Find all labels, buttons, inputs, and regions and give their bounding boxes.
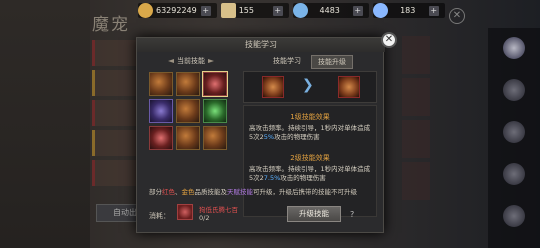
current-skills-label: 当前技能 bbox=[165, 56, 217, 66]
add-crystal-button[interactable]: + bbox=[352, 5, 363, 16]
skill-slot[interactable] bbox=[149, 126, 173, 150]
skill-slot[interactable] bbox=[149, 72, 173, 96]
coin-icon bbox=[138, 3, 153, 18]
right-detail-panel bbox=[402, 36, 430, 204]
sword-icon bbox=[503, 121, 525, 143]
gem-icon bbox=[372, 3, 388, 18]
upgrade-note: 部分红色、金色品质技能及天赋技能可升级，升级后携带的技能不可升级 bbox=[149, 188, 357, 196]
skill-slot[interactable] bbox=[203, 99, 227, 123]
sidebar-item-3[interactable] bbox=[488, 112, 540, 154]
cost-item-count: 0/2 bbox=[199, 214, 210, 222]
skill-slot[interactable] bbox=[203, 126, 227, 150]
resource-crystal: 4483 + bbox=[292, 3, 369, 18]
resource-gem: 183 + bbox=[372, 3, 445, 18]
tab-skill-upgrade[interactable]: 技能升级 bbox=[311, 55, 353, 69]
cost-item-name: 狗低氏腾七百 bbox=[199, 206, 238, 214]
upgrade-skill-button[interactable]: 升级技能 bbox=[287, 206, 341, 222]
skill-learning-dialog: 技能学习 ✕ 当前技能 技能学习 技能升级 ❯ 1级技能效果 高攻击频率。持续引… bbox=[136, 32, 397, 233]
tab-skill-learn[interactable]: 技能学习 bbox=[267, 55, 307, 69]
add-scroll-button[interactable]: + bbox=[272, 5, 283, 16]
skill-slot[interactable] bbox=[176, 99, 200, 123]
skill-effects-panel: 1级技能效果 高攻击频率。持续引导，1秒内对单体造成5次25%攻击的物理伤害 2… bbox=[243, 105, 377, 217]
sidebar-item-2[interactable] bbox=[488, 70, 540, 112]
add-coin-button[interactable]: + bbox=[200, 5, 211, 16]
add-gem-button[interactable]: + bbox=[428, 5, 439, 16]
dialog-close-button[interactable]: ✕ bbox=[381, 32, 397, 48]
level1-effect-title: 1级技能效果 bbox=[290, 113, 330, 121]
level1-effect-text: 高攻击频率。持续引导，1秒内对单体造成5次25%攻击的物理伤害 bbox=[249, 124, 371, 141]
resource-bar: 63292249 + 155 + 4483 + 183 + bbox=[138, 3, 445, 18]
next-skill-icon bbox=[338, 76, 360, 98]
page-title: 魔宠 bbox=[92, 15, 130, 35]
chevron-right-icon: ❯ bbox=[302, 77, 314, 93]
resource-coin: 63292249 + bbox=[138, 3, 217, 18]
dialog-title: 技能学习 bbox=[137, 38, 385, 52]
sidebar-item-5[interactable] bbox=[488, 196, 540, 238]
wolf-icon bbox=[503, 37, 525, 59]
skill-slot[interactable] bbox=[176, 72, 200, 96]
skill-slot-selected[interactable] bbox=[202, 71, 228, 97]
level2-effect-text: 高攻击频率。持续引导，1秒内对单体造成5次27.5%攻击的物理伤害 bbox=[249, 165, 371, 182]
current-skill-icon bbox=[262, 76, 284, 98]
skill-slot[interactable] bbox=[176, 126, 200, 150]
dialog-tabs: 技能学习 技能升级 bbox=[267, 55, 353, 69]
armor-icon bbox=[503, 79, 525, 101]
cost-label: 消耗： bbox=[149, 212, 170, 220]
orb-icon bbox=[503, 205, 525, 227]
resource-scroll: 155 + bbox=[220, 3, 289, 18]
page-close-button[interactable]: ✕ bbox=[449, 8, 465, 24]
swirl-icon bbox=[503, 163, 525, 185]
help-icon[interactable]: ? bbox=[350, 210, 354, 219]
skill-grid bbox=[149, 71, 229, 150]
upgrade-preview: ❯ bbox=[243, 71, 377, 103]
crystal-icon bbox=[292, 3, 308, 18]
skill-slot[interactable] bbox=[149, 99, 173, 123]
sidebar bbox=[488, 28, 540, 248]
sidebar-item-4[interactable] bbox=[488, 154, 540, 196]
scroll-icon bbox=[220, 3, 236, 18]
cost-item-icon[interactable] bbox=[177, 204, 193, 220]
left-panel bbox=[0, 0, 90, 248]
level2-effect-title: 2级技能效果 bbox=[290, 154, 330, 162]
sidebar-item-1[interactable] bbox=[488, 28, 540, 70]
